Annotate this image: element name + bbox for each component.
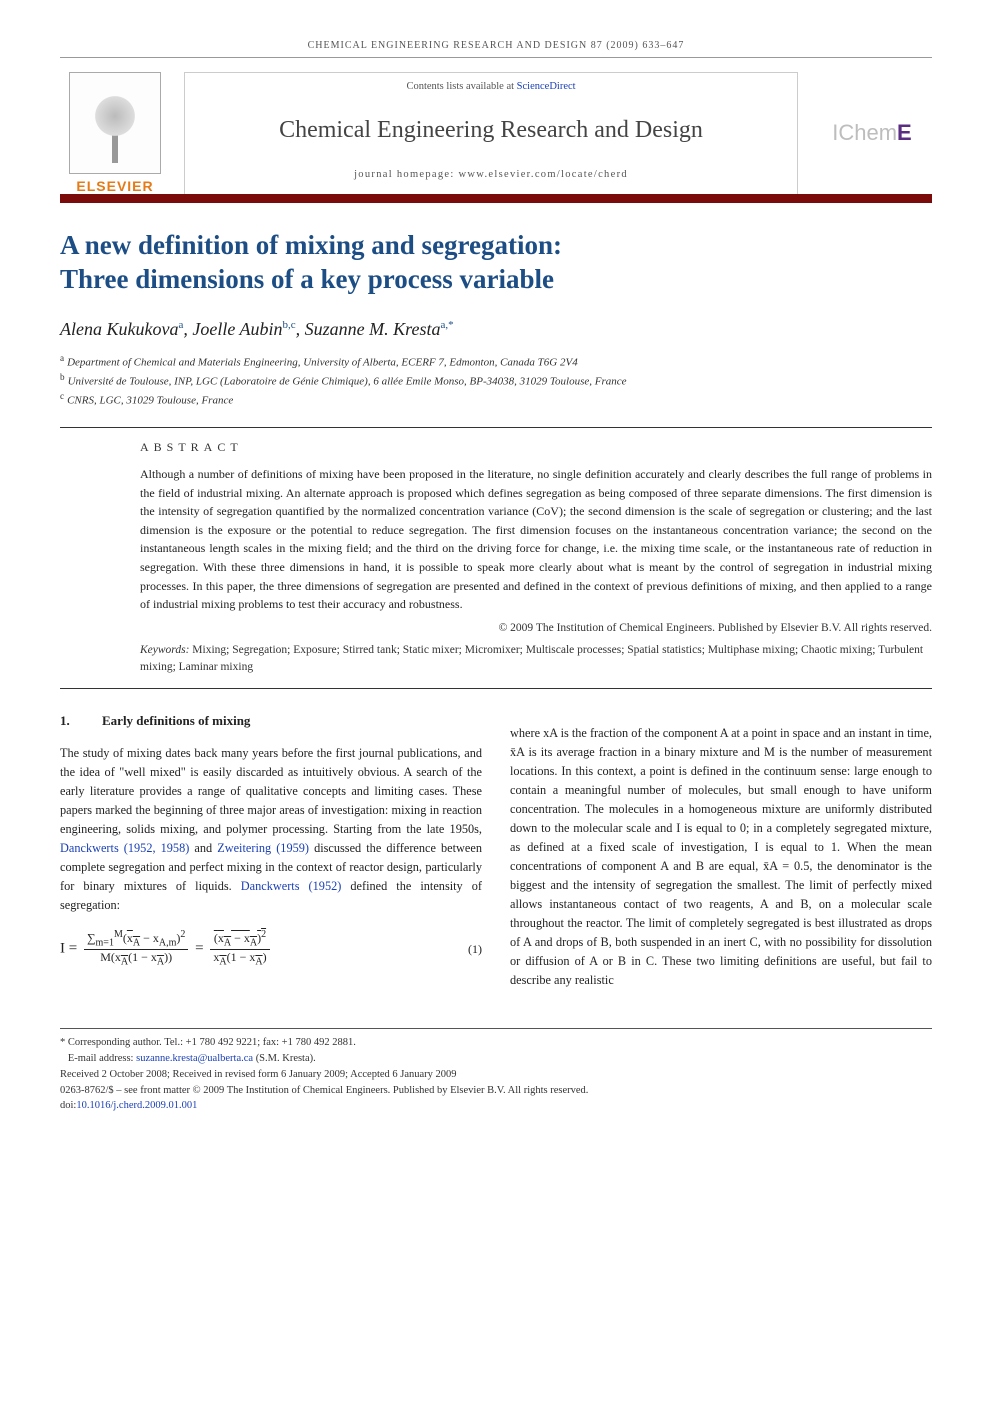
column-right: where xA is the fraction of the componen… xyxy=(510,711,932,1002)
author-3: Suzanne M. Kresta xyxy=(305,319,441,339)
author-2-sup: b,c xyxy=(283,319,296,331)
author-1: Alena Kukukova xyxy=(60,319,178,339)
keywords-block: Keywords: Mixing; Segregation; Exposure;… xyxy=(140,642,932,677)
corresponding-email-link[interactable]: suzanne.kresta@ualberta.ca xyxy=(136,1053,253,1064)
equation-1: I = ∑m=1M(xA − xA,m)2 M(xA(1 − xA)) = (x… xyxy=(60,929,482,969)
running-head: CHEMICAL ENGINEERING RESEARCH AND DESIGN… xyxy=(60,40,932,58)
section-1-heading: 1.Early definitions of mixing xyxy=(60,711,482,731)
email-line: E-mail address: suzanne.kresta@ualberta.… xyxy=(60,1051,932,1067)
body-two-column: 1.Early definitions of mixing The study … xyxy=(60,711,932,1002)
footnotes: * Corresponding author. Tel.: +1 780 492… xyxy=(60,1028,932,1114)
keywords-label: Keywords: xyxy=(140,644,189,656)
author-list: Alena Kukukovaa, Joelle Aubinb,c, Suzann… xyxy=(60,319,932,340)
corresponding-author: * Corresponding author. Tel.: +1 780 492… xyxy=(60,1035,932,1051)
abstract-label: ABSTRACT xyxy=(140,440,932,455)
author-3-sup: a,* xyxy=(440,319,453,331)
affiliations: aDepartment of Chemical and Materials En… xyxy=(60,352,932,409)
equation-1-expr: I = ∑m=1M(xA − xA,m)2 M(xA(1 − xA)) = (x… xyxy=(60,929,450,969)
affiliation-b: Université de Toulouse, INP, LGC (Labora… xyxy=(68,375,627,387)
abstract-box: ABSTRACT Although a number of definition… xyxy=(60,427,932,689)
section-1-number: 1. xyxy=(60,711,102,731)
icheme-text: IChem xyxy=(832,120,897,145)
email-suffix: (S.M. Kresta). xyxy=(253,1053,316,1064)
abstract-text: Although a number of definitions of mixi… xyxy=(140,465,932,614)
affiliation-a: Department of Chemical and Materials Eng… xyxy=(67,356,578,368)
author-2: Joelle Aubin xyxy=(192,319,282,339)
article-title: A new definition of mixing and segregati… xyxy=(60,229,932,297)
p1a: The study of mixing dates back many year… xyxy=(60,746,482,836)
masthead-center: Contents lists available at ScienceDirec… xyxy=(184,72,798,194)
elsevier-wordmark: ELSEVIER xyxy=(76,178,153,194)
elsevier-logo-block: ELSEVIER xyxy=(60,72,170,194)
icheme-logo: IChemE xyxy=(832,120,911,146)
p1b: and xyxy=(189,841,217,855)
contents-prefix: Contents lists available at xyxy=(406,81,516,92)
abstract-copyright: © 2009 The Institution of Chemical Engin… xyxy=(140,622,932,634)
journal-masthead: ELSEVIER Contents lists available at Sci… xyxy=(60,72,932,203)
equation-1-number: (1) xyxy=(450,940,482,959)
cite-zweitering-1959[interactable]: Zweitering (1959) xyxy=(217,841,309,855)
issn-copyright: 0263-8762/$ – see front matter © 2009 Th… xyxy=(60,1083,932,1099)
doi-link[interactable]: 10.1016/j.cherd.2009.01.001 xyxy=(76,1100,197,1111)
section-1-para-1: The study of mixing dates back many year… xyxy=(60,744,482,915)
title-line2: Three dimensions of a key process variab… xyxy=(60,264,554,294)
keywords-list: Mixing; Segregation; Exposure; Stirred t… xyxy=(140,644,923,673)
icheme-logo-block: IChemE xyxy=(812,72,932,194)
elsevier-tree-icon xyxy=(69,72,161,174)
journal-homepage-line: journal homepage: www.elsevier.com/locat… xyxy=(191,169,791,180)
contents-available-line: Contents lists available at ScienceDirec… xyxy=(191,81,791,92)
sciencedirect-link[interactable]: ScienceDirect xyxy=(517,81,576,92)
doi-line: doi:10.1016/j.cherd.2009.01.001 xyxy=(60,1098,932,1114)
cite-danckwerts-1952-1958[interactable]: Danckwerts (1952, 1958) xyxy=(60,841,189,855)
article-history: Received 2 October 2008; Received in rev… xyxy=(60,1067,932,1083)
doi-label: doi: xyxy=(60,1100,76,1111)
icheme-e: E xyxy=(897,120,912,145)
cite-danckwerts-1952[interactable]: Danckwerts (1952) xyxy=(241,879,342,893)
section-1-para-2: where xA is the fraction of the componen… xyxy=(510,724,932,991)
affiliation-c: CNRS, LGC, 31029 Toulouse, France xyxy=(67,394,233,406)
section-1-title: Early definitions of mixing xyxy=(102,713,250,728)
email-label: E-mail address: xyxy=(68,1053,136,1064)
author-1-sup: a xyxy=(178,319,183,331)
journal-title: Chemical Engineering Research and Design xyxy=(191,117,791,144)
title-line1: A new definition of mixing and segregati… xyxy=(60,230,562,260)
column-left: 1.Early definitions of mixing The study … xyxy=(60,711,482,1002)
